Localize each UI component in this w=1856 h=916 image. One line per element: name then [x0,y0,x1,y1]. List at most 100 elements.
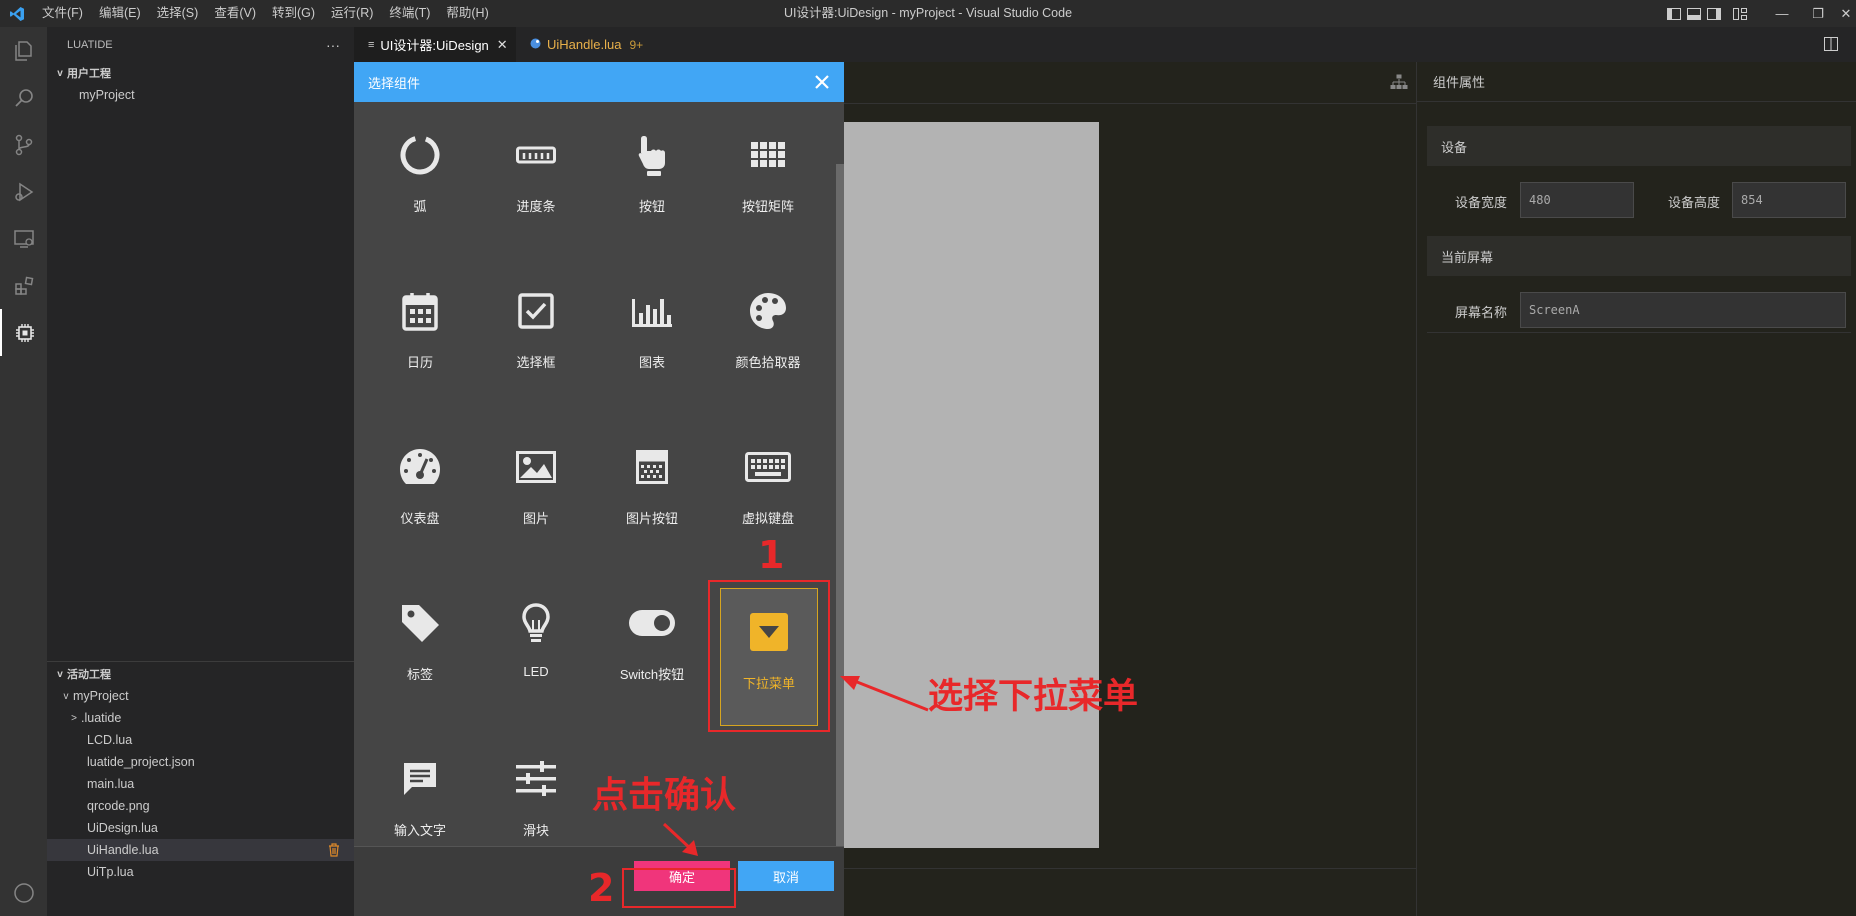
vscode-logo-icon [0,0,34,27]
current-screen-section[interactable]: 当前屏幕 [1427,236,1851,276]
tab-close-icon[interactable]: ✕ [497,37,508,53]
file-label: UiTp.lua [87,865,134,879]
chevron-down-icon: v [63,690,69,702]
toggle-sidebar-icon[interactable] [1664,0,1684,27]
component-label: Switch按钮 [619,667,685,682]
component-gauge[interactable]: 仪表盘 [362,414,478,570]
tree-file[interactable]: UiTp.lua [47,861,354,883]
component-label: 选择框 [516,355,556,370]
tab-label: UiHandle.lua [547,37,622,52]
component-label: 标签 [406,667,433,682]
accounts-icon[interactable] [0,869,47,916]
cancel-button[interactable]: 取消 [738,861,834,891]
chevron-right-icon: > [71,712,77,724]
active-project-section[interactable]: v 活动工程 [47,663,354,685]
screen-name-input[interactable] [1520,292,1846,328]
component-image-button[interactable]: 图片按钮 [594,414,710,570]
customize-layout-icon[interactable] [1730,0,1750,27]
component-button-matrix[interactable]: 按钮矩阵 [710,102,826,258]
explorer-icon[interactable] [0,27,47,74]
highlight-box-confirm [622,868,736,908]
component-label-widget[interactable]: 标签 [362,570,478,726]
device-section[interactable]: 设备 [1427,126,1851,166]
remote-explorer-icon[interactable] [0,215,47,262]
tree-file[interactable]: luatide_project.json [47,751,354,773]
component-label: 进度条 [516,199,556,214]
run-debug-icon[interactable] [0,168,47,215]
list-icon: ≡ [368,38,375,51]
more-actions-icon[interactable]: ··· [326,37,340,53]
tree-file[interactable]: qrcode.png [47,795,354,817]
editor-tabs: ≡ UI设计器:UiDesign ✕ UiHandle.lua 9+ [354,27,1856,62]
component-switch-button[interactable]: Switch按钮 [594,570,710,726]
tree-folder-luatide[interactable]: > .luatide [47,707,354,729]
section-divider [47,661,354,662]
trash-icon[interactable] [328,843,340,860]
menu-terminal[interactable]: 终端(T) [381,0,438,27]
tab-ui-designer[interactable]: ≡ UI设计器:UiDesign ✕ [354,27,516,62]
menu-view[interactable]: 查看(V) [206,0,264,27]
component-arc[interactable]: 弧 [362,102,478,258]
component-led[interactable]: LED [478,570,594,726]
bar-chart-icon [629,288,675,334]
device-height-input[interactable] [1732,182,1846,218]
menu-file[interactable]: 文件(F) [34,0,91,27]
tag-icon [397,600,443,646]
highlight-box-dropdown [708,580,830,732]
tab-uihandle[interactable]: UiHandle.lua 9+ [516,27,666,62]
tree-file[interactable]: UiDesign.lua [47,817,354,839]
toggle-panel-icon[interactable] [1684,0,1704,27]
tree-file-selected[interactable]: UiHandle.lua [47,839,354,861]
screen-name-label: 屏幕名称 [1455,305,1508,320]
component-calendar[interactable]: 日历 [362,258,478,414]
device-screen-preview[interactable] [844,122,1099,848]
component-label: 颜色拾取器 [735,355,801,370]
component-checkbox[interactable]: 选择框 [478,258,594,414]
menu-edit[interactable]: 编辑(E) [91,0,149,27]
step-1-instruction: 选择下拉菜单 [928,677,1139,717]
arrow-to-dropdown-icon [840,676,929,712]
step-2-number: 2 [588,866,615,910]
sidebar-header: LUATIDE ··· [47,27,354,62]
active-project-title: 活动工程 [67,669,111,681]
component-label: LED [523,664,549,679]
image-icon [513,444,559,490]
menu-run[interactable]: 运行(R) [323,0,381,27]
menu-selection[interactable]: 选择(S) [149,0,207,27]
component-progress-bar[interactable]: 进度条 [478,102,594,258]
tab-label: UI设计器:UiDesign [380,38,489,53]
user-project-title: 用户工程 [67,68,111,80]
component-chart[interactable]: 图表 [594,258,710,414]
chevron-down-icon: v [57,668,63,680]
hierarchy-icon[interactable] [1390,74,1408,93]
tree-file[interactable]: LCD.lua [47,729,354,751]
image-button-icon [629,444,675,490]
file-label: UiDesign.lua [87,821,158,835]
props-divider [1427,332,1851,333]
component-button[interactable]: 按钮 [594,102,710,258]
step-1-number: 1 [758,533,785,577]
dialog-close-icon[interactable] [810,70,834,94]
restore-icon[interactable]: ❐ [1800,0,1836,27]
source-control-icon[interactable] [0,121,47,168]
component-image[interactable]: 图片 [478,414,594,570]
user-project-section[interactable]: v 用户工程 [47,62,354,84]
dialog-scrollbar[interactable] [836,164,844,884]
file-label: .luatide [81,711,122,725]
toggle-secondary-sidebar-icon[interactable] [1704,0,1724,27]
minimize-icon[interactable]: — [1764,0,1800,27]
search-icon[interactable] [0,74,47,121]
properties-title: 组件属性 [1417,62,1856,102]
user-project-item[interactable]: myProject [47,84,354,106]
menu-go[interactable]: 转到(G) [264,0,323,27]
menu-help[interactable]: 帮助(H) [438,0,496,27]
close-window-icon[interactable]: ✕ [1836,0,1856,27]
window-controls: — ❐ ✕ [1664,0,1856,27]
tree-file[interactable]: main.lua [47,773,354,795]
extensions-icon[interactable] [0,262,47,309]
tree-folder-myproject[interactable]: v myProject [47,685,354,707]
component-color-picker[interactable]: 颜色拾取器 [710,258,826,414]
luatide-chip-icon[interactable] [0,309,47,356]
device-width-input[interactable] [1520,182,1634,218]
split-editor-icon[interactable] [1824,37,1838,54]
